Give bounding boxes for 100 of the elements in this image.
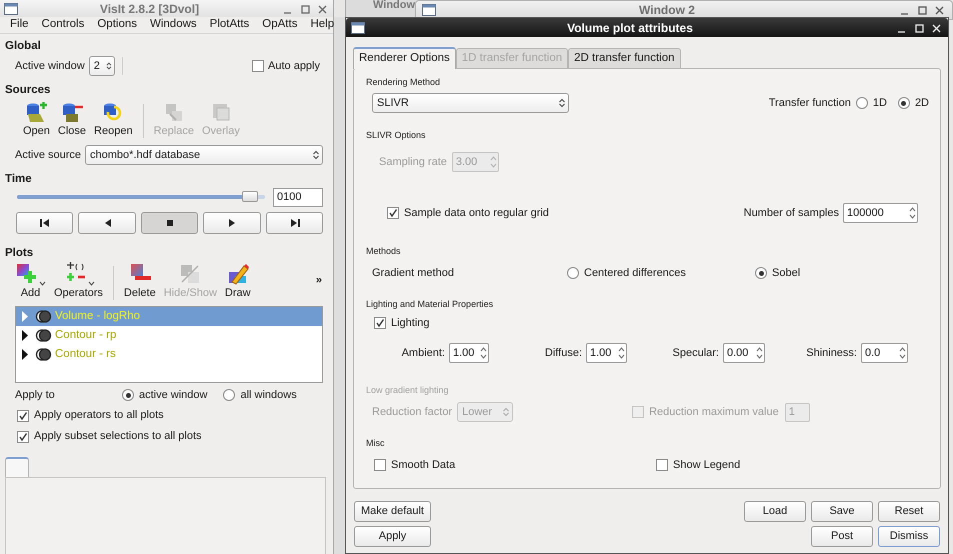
toolbar-button[interactable]: Reopen	[94, 124, 133, 138]
checkbox[interactable]	[387, 207, 399, 219]
label: Centered differences	[584, 266, 686, 281]
time-field[interactable]: 0100	[273, 188, 323, 206]
step-forward-icon	[288, 218, 300, 228]
radio-button[interactable]	[755, 267, 767, 279]
up-down-caret-icon[interactable]	[310, 149, 322, 161]
play-icon	[226, 218, 238, 228]
toolbar-button[interactable]: Delete	[124, 286, 156, 300]
toolbar-button[interactable]: Draw	[224, 286, 251, 300]
radio-button[interactable]	[567, 267, 579, 279]
label: Smooth Data	[391, 458, 456, 473]
radio-button[interactable]	[898, 97, 910, 109]
window-controls-icon[interactable]	[898, 4, 946, 16]
label: Sample data onto regular grid	[404, 206, 549, 221]
section-heading: Global	[5, 39, 42, 53]
window-title: Window 2	[639, 2, 695, 19]
window-spin-box[interactable]: 2	[88, 56, 115, 76]
group-heading: Methods	[366, 245, 402, 258]
label: Reduction factor	[372, 404, 452, 420]
label: 1D	[872, 96, 887, 111]
menu-item[interactable]: Options	[97, 16, 137, 34]
label: Gradient method	[372, 266, 455, 281]
radio-button[interactable]	[223, 389, 236, 401]
toolbar-button[interactable]: Add	[20, 286, 40, 300]
menu-item[interactable]: Help	[310, 16, 334, 34]
label: Sampling rate	[379, 154, 447, 170]
toolbar-button[interactable]: Close	[58, 124, 86, 138]
number-field[interactable]: 1.00	[586, 343, 627, 363]
tab[interactable]: 2D transfer function	[568, 48, 680, 68]
slider-handle[interactable]	[242, 191, 258, 202]
group-heading: Misc	[366, 437, 386, 450]
checkbox[interactable]	[374, 459, 386, 471]
number-field[interactable]: 0.00	[723, 343, 765, 363]
label: Transfer function	[768, 96, 851, 111]
label: Apply operators to all plots	[34, 408, 164, 424]
window-title: Window	[373, 0, 416, 11]
dialog-button[interactable]: Reset	[878, 501, 940, 522]
up-down-caret-icon[interactable]	[556, 97, 568, 109]
label: all windows	[240, 388, 297, 403]
label: Ambient:	[402, 346, 445, 361]
checkbox[interactable]	[17, 430, 29, 442]
section-heading: Time	[5, 172, 33, 186]
section-heading: Sources	[5, 83, 52, 97]
up-down-caret-icon[interactable]	[104, 60, 114, 72]
method-combo-box[interactable]: SLIVR	[372, 93, 569, 113]
number-field[interactable]: 100000	[843, 203, 918, 223]
group-heading: SLIVR Options	[366, 129, 427, 142]
checkbox[interactable]	[656, 459, 668, 471]
source-combo-box[interactable]: chombo*.hdf database	[85, 145, 323, 165]
radio-button[interactable]	[856, 97, 868, 109]
stop-icon	[164, 218, 176, 228]
plot-name: Volume - logRho	[55, 308, 140, 324]
window-title: VisIt 2.8.2 [3Dvol]	[100, 0, 200, 18]
menu-item[interactable]: Windows	[150, 16, 197, 34]
window-menu-icon[interactable]	[351, 22, 365, 34]
label: Apply subset selections to all plots	[34, 429, 202, 444]
dialog-button[interactable]: Make default	[354, 501, 431, 522]
label: Active window	[15, 58, 85, 74]
dialog-button[interactable]: Dismiss	[878, 526, 940, 547]
playback-button[interactable]	[140, 212, 198, 234]
label: Reduction maximum value	[649, 404, 779, 420]
caret-icon[interactable]	[39, 281, 46, 286]
toolbar-button[interactable]: Operators	[54, 286, 103, 300]
dialog-button[interactable]: Apply	[354, 526, 431, 547]
label: Lighting	[391, 316, 430, 331]
number-field[interactable]: 0.0	[861, 343, 908, 363]
number-field[interactable]: 1.00	[449, 343, 489, 363]
group-heading: Low gradient lighting	[366, 384, 450, 397]
step-back-icon	[39, 218, 50, 228]
dialog-button[interactable]: Post	[811, 526, 873, 547]
tab[interactable]: Renderer Options	[353, 47, 456, 69]
label: Auto apply	[268, 58, 320, 74]
playback-button[interactable]	[16, 212, 74, 234]
label: Sobel	[772, 266, 800, 281]
radio-button[interactable]	[122, 389, 134, 401]
database-add-icon	[24, 102, 48, 124]
checkbox[interactable]	[17, 410, 29, 422]
menu-item[interactable]: File	[10, 16, 29, 34]
checkbox[interactable]	[374, 317, 386, 329]
playback-button[interactable]	[266, 212, 324, 234]
window-controls-icon[interactable]	[895, 22, 943, 34]
menu-item[interactable]: PlotAtts	[210, 16, 250, 34]
caret-icon[interactable]	[88, 281, 95, 286]
label: Show Legend	[673, 458, 740, 473]
dialog-button[interactable]: Save	[811, 501, 873, 522]
section-heading: Plots	[5, 246, 34, 260]
plot-name: Contour - rs	[55, 346, 116, 362]
label: Diffuse:	[544, 346, 582, 361]
toolbar-button[interactable]: Open	[23, 124, 50, 138]
menu-item[interactable]: Controls	[42, 16, 84, 34]
group-heading: Lighting and Material Properties	[366, 298, 494, 311]
menu-item[interactable]: OpAtts	[262, 16, 298, 34]
label: Specular:	[672, 346, 719, 361]
label: 2D	[914, 96, 929, 111]
label: Active source	[15, 148, 82, 163]
overflow-button[interactable]: »	[316, 272, 322, 288]
checkbox[interactable]	[252, 60, 264, 72]
dialog-button[interactable]: Load	[744, 501, 806, 522]
label: active window	[139, 388, 208, 403]
